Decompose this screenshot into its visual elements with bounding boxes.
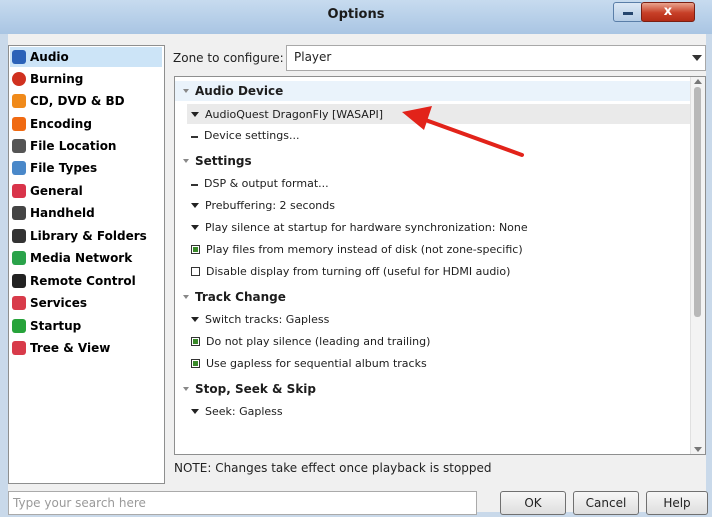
options-window: Options x Audio Burning CD, DVD & BD Enc…: [0, 0, 712, 517]
annotation-arrow: [402, 106, 524, 157]
